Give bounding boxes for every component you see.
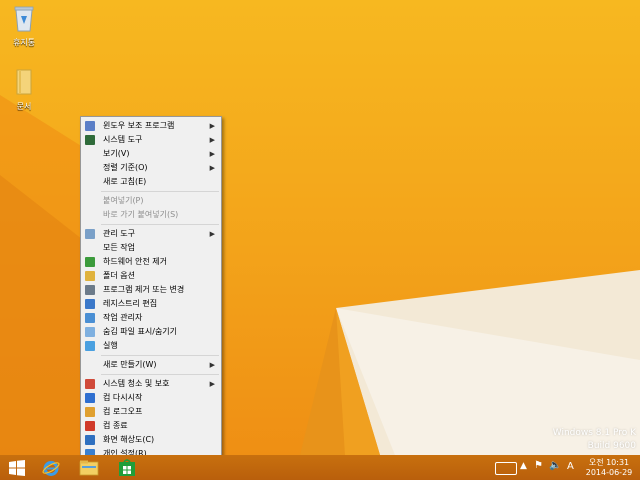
display-icon bbox=[85, 435, 95, 445]
submenu-arrow-icon: ▶ bbox=[209, 361, 215, 369]
menu-item-label: 폴더 옵션 bbox=[103, 271, 135, 280]
menu-item-label: 실행 bbox=[103, 341, 118, 350]
menu-item-label: 작업 관리자 bbox=[103, 313, 143, 322]
menu-item[interactable]: 컴 로그오프 bbox=[81, 405, 221, 419]
taskbar: ▲ ⚑ 🔈 A 오전 10:31 2014-06-29 bbox=[0, 455, 640, 480]
menu-item-label: 관리 도구 bbox=[103, 229, 135, 238]
menu-item[interactable]: 컴 종료 bbox=[81, 419, 221, 433]
accessories-icon bbox=[85, 121, 95, 131]
shield-icon bbox=[85, 379, 95, 389]
hidden-files-icon bbox=[85, 327, 95, 337]
taskbar-internet-explorer[interactable] bbox=[34, 455, 68, 480]
menu-item-label: 새로 고침(E) bbox=[103, 177, 147, 186]
menu-item[interactable]: 컴 다시시작 bbox=[81, 391, 221, 405]
folder-options-icon bbox=[85, 271, 95, 281]
file-explorer-icon bbox=[79, 460, 99, 475]
menu-item-label: 보기(V) bbox=[103, 149, 130, 158]
menu-item-label: 윈도우 보조 프로그램 bbox=[103, 121, 175, 130]
menu-item[interactable]: 정렬 기준(O) ▶ bbox=[81, 161, 221, 175]
volume-icon[interactable]: 🔈 bbox=[549, 460, 561, 471]
menu-item[interactable]: 레지스트리 편집 bbox=[81, 297, 221, 311]
menu-item: 바로 가기 붙여넣기(S) bbox=[81, 208, 221, 222]
desktop-icon-label: 휴지통 bbox=[12, 38, 36, 47]
menu-item[interactable]: 시스템 도구 ▶ bbox=[81, 133, 221, 147]
internet-explorer-icon bbox=[42, 460, 60, 476]
submenu-arrow-icon: ▶ bbox=[209, 150, 215, 158]
menu-item[interactable]: 화면 해상도(C) bbox=[81, 433, 221, 447]
menu-item-label: 새로 만들기(W) bbox=[103, 360, 157, 369]
menu-separator bbox=[101, 374, 219, 375]
menu-item[interactable]: 윈도우 보조 프로그램 ▶ bbox=[81, 119, 221, 133]
desktop-icon-documents[interactable]: 문서 bbox=[4, 68, 44, 112]
logoff-icon bbox=[85, 407, 95, 417]
registry-icon bbox=[85, 299, 95, 309]
store-icon bbox=[119, 458, 135, 476]
desktop-context-menu: 윈도우 보조 프로그램 ▶ 시스템 도구 ▶ 보기(V) ▶ 정렬 기준(O) ▶ 새로 고침(… bbox=[80, 116, 222, 464]
start-button[interactable] bbox=[0, 455, 34, 480]
clock-time: 오전 10:31 bbox=[588, 458, 630, 467]
menu-item[interactable]: 작업 관리자 bbox=[81, 311, 221, 325]
menu-item-label: 프로그램 제거 또는 변경 bbox=[103, 285, 185, 294]
menu-item-label: 하드웨어 안전 제거 bbox=[103, 257, 167, 266]
menu-item[interactable]: 관리 도구 ▶ bbox=[81, 227, 221, 241]
watermark-build: Build 9600 bbox=[587, 441, 636, 451]
clock-date: 2014-06-29 bbox=[585, 468, 633, 477]
programs-icon bbox=[85, 285, 95, 295]
menu-separator bbox=[101, 191, 219, 192]
submenu-arrow-icon: ▶ bbox=[209, 230, 215, 238]
menu-item[interactable]: 새로 만들기(W) ▶ bbox=[81, 358, 221, 372]
windows-logo-icon bbox=[9, 459, 25, 476]
menu-item-label: 컴 로그오프 bbox=[103, 407, 143, 416]
safe-remove-icon bbox=[85, 257, 95, 267]
run-icon bbox=[85, 341, 95, 351]
admin-tools-icon bbox=[85, 229, 95, 239]
submenu-arrow-icon: ▶ bbox=[209, 136, 215, 144]
menu-item[interactable]: 실행 bbox=[81, 339, 221, 353]
menu-separator bbox=[101, 224, 219, 225]
taskbar-file-explorer[interactable] bbox=[72, 455, 106, 480]
ime-indicator[interactable]: A bbox=[567, 461, 574, 472]
show-hidden-icons-icon[interactable]: ▲ bbox=[520, 461, 527, 471]
menu-item-label: 시스템 도구 bbox=[103, 135, 143, 144]
menu-item-label: 화면 해상도(C) bbox=[103, 435, 155, 444]
task-manager-icon bbox=[85, 313, 95, 323]
menu-item[interactable]: 보기(V) ▶ bbox=[81, 147, 221, 161]
folder-icon bbox=[16, 69, 32, 95]
desktop-icon-recycle-bin[interactable]: 휴지통 bbox=[4, 4, 44, 48]
menu-item-label: 정렬 기준(O) bbox=[103, 163, 148, 172]
menu-item-label: 붙여넣기(P) bbox=[103, 196, 144, 205]
submenu-arrow-icon: ▶ bbox=[209, 122, 215, 130]
watermark-edition: Windows 8.1 Pro K bbox=[552, 428, 636, 438]
menu-item: 붙여넣기(P) bbox=[81, 194, 221, 208]
menu-item-label: 컴 종료 bbox=[103, 421, 128, 430]
menu-item[interactable]: 모든 작업 bbox=[81, 241, 221, 255]
submenu-arrow-icon: ▶ bbox=[209, 380, 215, 388]
desktop-icon-label: 문서 bbox=[16, 102, 32, 111]
menu-item-label: 시스템 청소 및 보호 bbox=[103, 379, 170, 388]
menu-item[interactable]: 폴더 옵션 bbox=[81, 269, 221, 283]
recycle-bin-icon bbox=[14, 6, 34, 32]
restart-icon bbox=[85, 393, 95, 403]
touch-keyboard-icon[interactable] bbox=[495, 462, 517, 475]
power-icon bbox=[85, 421, 95, 431]
menu-item-label: 컴 다시시작 bbox=[103, 393, 143, 402]
menu-item-label: 바로 가기 붙여넣기(S) bbox=[103, 210, 179, 219]
taskbar-store[interactable] bbox=[110, 455, 144, 480]
menu-item-label: 숨김 파일 표시/숨기기 bbox=[103, 327, 178, 336]
menu-separator bbox=[101, 355, 219, 356]
menu-item[interactable]: 하드웨어 안전 제거 bbox=[81, 255, 221, 269]
menu-item-label: 모든 작업 bbox=[103, 243, 135, 252]
menu-item[interactable]: 프로그램 제거 또는 변경 bbox=[81, 283, 221, 297]
menu-item-label: 레지스트리 편집 bbox=[103, 299, 158, 308]
system-tools-icon bbox=[85, 135, 95, 145]
menu-item[interactable]: 숨김 파일 표시/숨기기 bbox=[81, 325, 221, 339]
menu-item[interactable]: 시스템 청소 및 보호 ▶ bbox=[81, 377, 221, 391]
submenu-arrow-icon: ▶ bbox=[209, 164, 215, 172]
network-icon[interactable]: ⚑ bbox=[534, 460, 543, 471]
menu-item[interactable]: 새로 고침(E) bbox=[81, 175, 221, 189]
clock[interactable]: 오전 10:31 2014-06-29 bbox=[582, 457, 636, 477]
